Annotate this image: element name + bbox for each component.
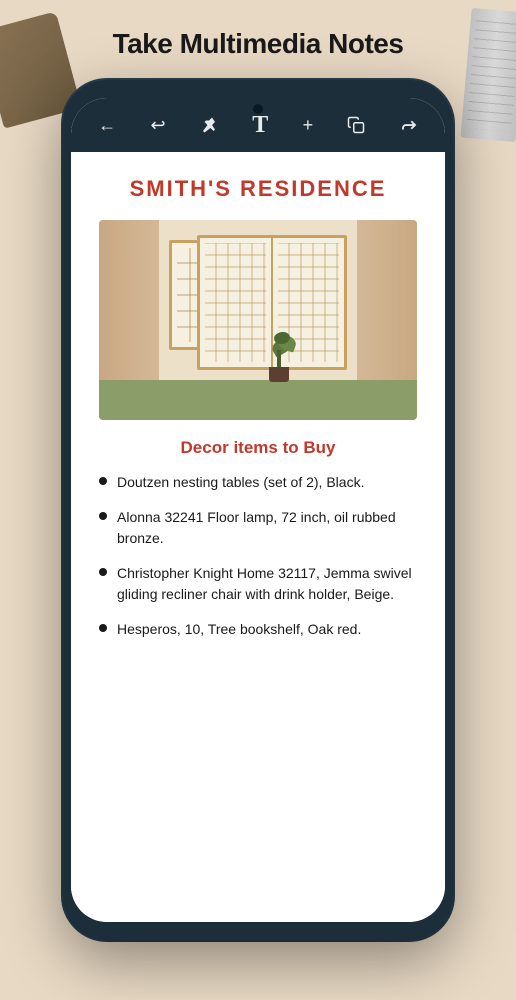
share-icon[interactable] — [394, 110, 424, 140]
plant-pot — [269, 367, 289, 382]
back-icon[interactable]: ← — [92, 109, 122, 142]
list-item-text: Christopher Knight Home 32117, Jemma swi… — [117, 563, 417, 605]
list-item-text: Alonna 32241 Floor lamp, 72 inch, oil ru… — [117, 507, 417, 549]
list-item: Hesperos, 10, Tree bookshelf, Oak red. — [99, 619, 417, 640]
room-floor — [99, 380, 417, 420]
plant — [264, 327, 294, 382]
note-title: SMITH'S RESIDENCE — [99, 176, 417, 202]
list-item-text: Doutzen nesting tables (set of 2), Black… — [117, 472, 364, 493]
section-heading: Decor items to Buy — [99, 438, 417, 458]
add-icon[interactable]: + — [297, 109, 320, 142]
undo-icon[interactable]: ↩ — [144, 109, 171, 142]
list-item-text: Hesperos, 10, Tree bookshelf, Oak red. — [117, 619, 361, 640]
room-image — [99, 220, 417, 420]
phone-camera — [253, 104, 263, 114]
bullet-dot — [99, 568, 107, 576]
door-panel-left — [200, 238, 273, 367]
pin-icon[interactable] — [194, 110, 224, 140]
phone-frame: ← ↩ T + — [63, 80, 453, 940]
room-wall-right — [357, 220, 417, 380]
page-title: Take Multimedia Notes — [0, 28, 516, 60]
list-item: Doutzen nesting tables (set of 2), Black… — [99, 472, 417, 493]
room-wall-left — [99, 220, 159, 380]
bullet-dot — [99, 624, 107, 632]
list-item: Alonna 32241 Floor lamp, 72 inch, oil ru… — [99, 507, 417, 549]
note-content: SMITH'S RESIDENCE — [71, 152, 445, 922]
copy-icon[interactable] — [341, 110, 371, 140]
bullet-list: Doutzen nesting tables (set of 2), Black… — [99, 472, 417, 640]
list-item: Christopher Knight Home 32117, Jemma swi… — [99, 563, 417, 605]
phone-screen: ← ↩ T + — [71, 98, 445, 922]
bullet-dot — [99, 477, 107, 485]
bullet-dot — [99, 512, 107, 520]
